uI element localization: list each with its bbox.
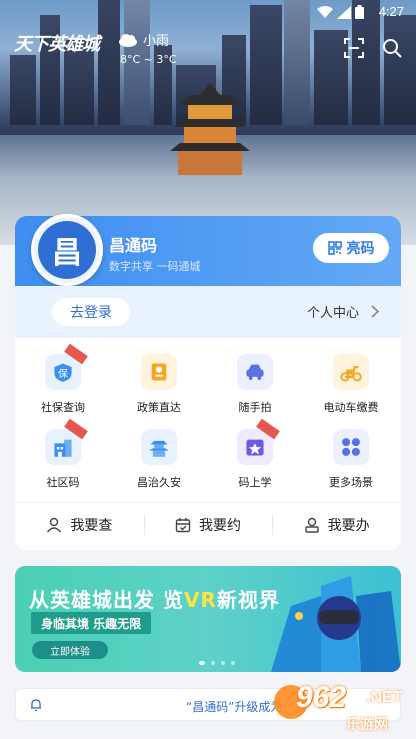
service-label: 社区码 bbox=[46, 476, 80, 489]
service-item[interactable]: 码上学 bbox=[207, 418, 303, 490]
status-bar: 4:27 bbox=[0, 0, 416, 24]
pagoda-landmark bbox=[170, 83, 250, 175]
weather-widget: 小雨 8°C ~ 3°C bbox=[118, 30, 177, 66]
service-label: 昌治久安 bbox=[137, 476, 181, 489]
scooter-icon bbox=[333, 354, 369, 390]
service-label: 社保查询 bbox=[41, 401, 85, 414]
site-watermark: 962 .NET 乐游网 bbox=[266, 681, 416, 739]
battery-icon bbox=[355, 5, 364, 19]
service-item[interactable]: 保社保查询 bbox=[15, 343, 111, 415]
vr-promo-banner[interactable]: 从英雄城出发 览VR新视界 身临其境 乐趣无限 立即体验 bbox=[15, 566, 401, 672]
svg-text:保: 保 bbox=[58, 367, 68, 380]
tab-appointment-label: 我要约 bbox=[199, 517, 241, 534]
code-title: 昌通码 bbox=[109, 236, 158, 255]
service-item[interactable]: 社区码 bbox=[15, 418, 111, 490]
brand-logo: 天下英雄城 bbox=[14, 34, 100, 55]
qrcode-icon bbox=[327, 241, 342, 255]
service-item[interactable]: 电动车缴费 bbox=[303, 354, 399, 415]
personal-center-link[interactable]: 个人中心 bbox=[307, 302, 379, 321]
chevron-right-icon bbox=[371, 305, 379, 318]
wifi-icon bbox=[317, 5, 333, 18]
weather-condition: 小雨 bbox=[143, 34, 170, 49]
login-button[interactable]: 去登录 bbox=[52, 298, 130, 326]
banner-tagline: 身临其境 乐趣无限 bbox=[31, 612, 152, 634]
car-icon bbox=[237, 354, 273, 390]
service-item[interactable]: 更多场景 bbox=[303, 429, 399, 490]
tab-query-label: 我要查 bbox=[70, 517, 113, 534]
service-label: 随手拍 bbox=[238, 401, 272, 414]
tab-handle[interactable]: 我要办 bbox=[272, 503, 401, 546]
tab-query[interactable]: 我要查 bbox=[15, 503, 144, 546]
person-icon bbox=[47, 517, 62, 532]
service-item[interactable]: 政策直达 bbox=[111, 354, 207, 415]
banner-headline: 从英雄城出发 览VR新视界 bbox=[29, 588, 280, 612]
show-code-button[interactable]: 亮码 bbox=[313, 233, 389, 263]
search-icon[interactable] bbox=[382, 38, 402, 58]
pagoda-icon bbox=[141, 429, 177, 465]
shield-icon: 保 bbox=[45, 343, 88, 390]
carousel-indicator bbox=[199, 661, 235, 665]
city-seal-logo: 昌 bbox=[31, 214, 103, 286]
policy-icon bbox=[141, 354, 177, 390]
weather-temperature: 8°C ~ 3°C bbox=[120, 53, 177, 66]
tab-handle-label: 我要办 bbox=[327, 517, 370, 534]
service-label: 更多场景 bbox=[329, 476, 373, 489]
status-time: 4:27 bbox=[378, 4, 404, 19]
action-tabs: 我要查 我要约 我要办 bbox=[15, 502, 401, 546]
service-item[interactable]: 随手拍 bbox=[207, 354, 303, 415]
cloud-icon bbox=[119, 33, 137, 47]
services-card: 保社保查询 政策直达 随手拍 电动车缴费 社区码 昌治久安 码上学 更多场景 我要查 我要约 … bbox=[15, 338, 401, 550]
tab-appointment[interactable]: 我要约 bbox=[143, 503, 273, 546]
login-row: 去登录 个人中心 bbox=[15, 286, 401, 338]
scan-icon[interactable] bbox=[344, 38, 364, 58]
service-label: 政策直达 bbox=[137, 401, 181, 414]
signal-icon bbox=[337, 5, 351, 19]
vr-illustration bbox=[271, 576, 401, 672]
personal-center-label: 个人中心 bbox=[306, 306, 359, 321]
community-icon bbox=[45, 418, 88, 465]
city-code-card[interactable]: 昌 昌通码 数字共享 一码通城 亮码 bbox=[15, 214, 401, 286]
bell-icon bbox=[31, 699, 41, 712]
grid-icon bbox=[333, 429, 369, 465]
code-subtitle: 数字共享 一码通城 bbox=[109, 260, 201, 273]
service-label: 码上学 bbox=[238, 476, 272, 489]
hero-cityscape: 天下英雄城 小雨 8°C ~ 3°C bbox=[0, 0, 416, 245]
service-label: 电动车缴费 bbox=[323, 401, 379, 414]
try-now-button[interactable]: 立即体验 bbox=[32, 641, 108, 659]
calendar-icon bbox=[175, 517, 191, 532]
user-badge-icon bbox=[304, 517, 319, 533]
service-item[interactable]: 昌治久安 bbox=[111, 429, 207, 490]
services-grid: 保社保查询 政策直达 随手拍 电动车缴费 社区码 昌治久安 码上学 更多场景 bbox=[15, 343, 401, 490]
show-code-label: 亮码 bbox=[346, 241, 375, 257]
learn-icon bbox=[237, 418, 280, 465]
